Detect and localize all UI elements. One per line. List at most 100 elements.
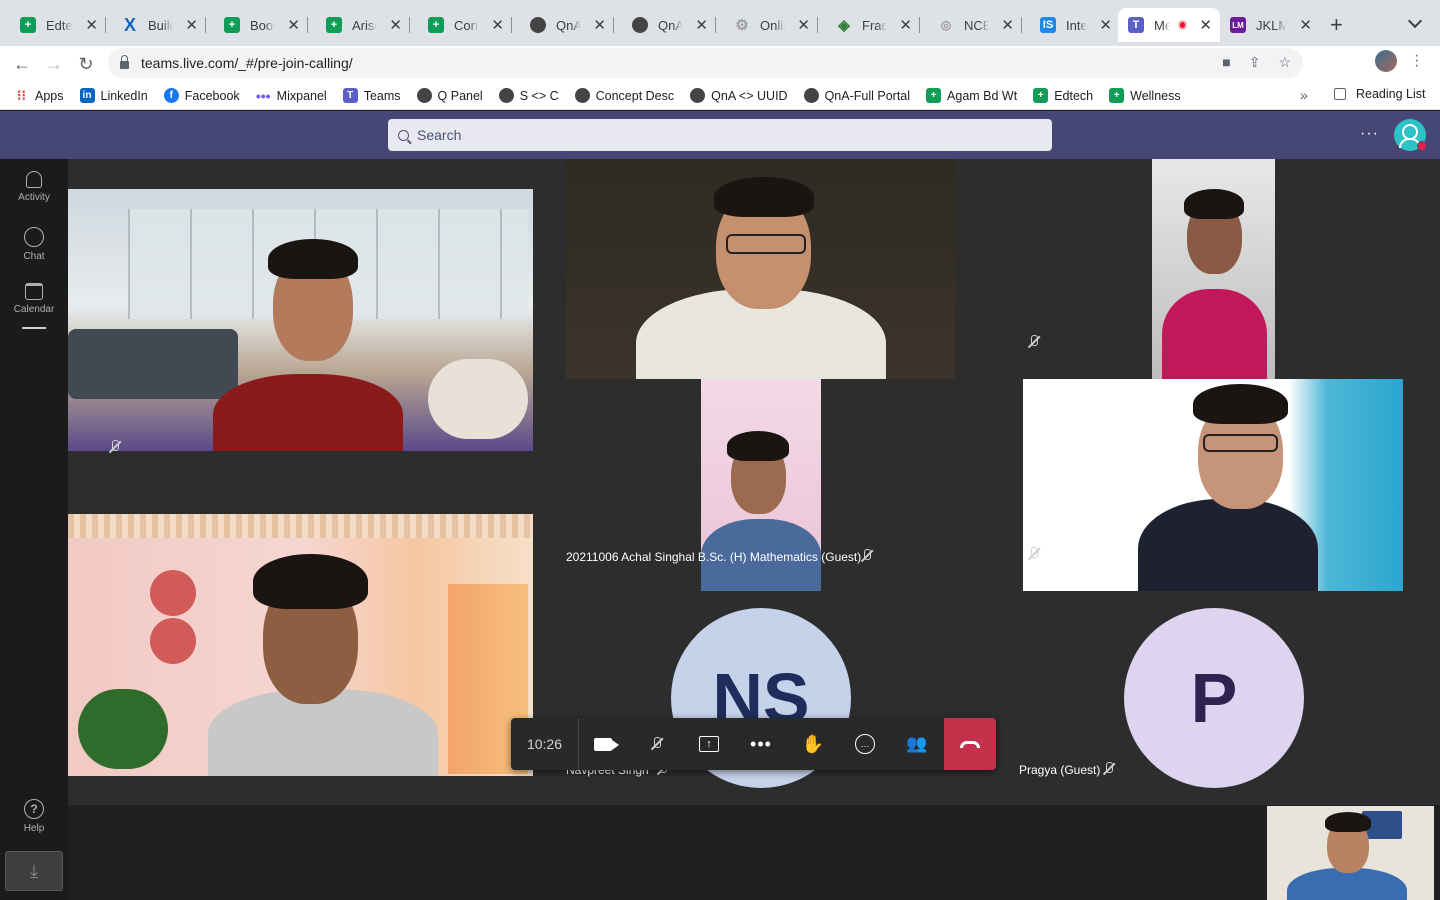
tab-qna-p[interactable]: QnA P ✕	[614, 8, 716, 42]
bookmark-label: LinkedIn	[100, 88, 148, 103]
tab-book[interactable]: + Book- ✕	[206, 8, 308, 42]
profile-avatar[interactable]	[1375, 50, 1397, 72]
browser-toolbar: ← → ↻ teams.live.com/_#/pre-join-calling…	[0, 46, 1440, 82]
reading-list-button[interactable]: Reading List	[1334, 87, 1426, 101]
tab-label: Online	[760, 17, 785, 33]
participant-video	[1023, 379, 1403, 591]
self-view-video[interactable]	[1267, 806, 1434, 900]
tab-fraction[interactable]: ◈ Fractic ✕	[818, 8, 920, 42]
video-tile[interactable]	[533, 159, 987, 379]
close-icon[interactable]: ✕	[797, 16, 810, 34]
close-icon[interactable]: ✕	[593, 16, 606, 34]
more-actions-button[interactable]: •••	[735, 718, 787, 770]
diamond-icon: ◈	[838, 17, 850, 34]
camera-icon	[594, 737, 619, 751]
chat-button[interactable]: …	[839, 718, 891, 770]
hang-up-button[interactable]	[944, 718, 996, 770]
tab-building[interactable]: X Building ✕	[104, 8, 206, 42]
rail-label: Chat	[23, 251, 45, 262]
video-tile[interactable]	[987, 379, 1440, 591]
close-icon[interactable]: ✕	[1299, 16, 1312, 34]
more-options-icon[interactable]: ···	[1360, 125, 1379, 143]
bookmark-wellness[interactable]: + Wellness	[1109, 88, 1181, 103]
tab-intern[interactable]: IS Intern ✕	[1022, 8, 1120, 42]
bookmark-label: S <> C	[519, 88, 559, 103]
rail-item-help[interactable]: ? Help	[0, 799, 68, 834]
bookmark-teams[interactable]: T Teams	[342, 88, 401, 103]
tab-qna-f[interactable]: QnA-F ✕	[512, 8, 614, 42]
tab-online[interactable]: ⚙ Online ✕	[716, 8, 818, 42]
bookmark-qna-uuid[interactable]: QnA <> UUID	[690, 88, 788, 103]
bookmark-s-c[interactable]: S <> C	[498, 88, 559, 103]
tab-arise[interactable]: + Arise - ✕	[308, 8, 410, 42]
close-icon[interactable]: ✕	[899, 16, 912, 34]
close-icon[interactable]: ✕	[491, 16, 504, 34]
tab-ncert[interactable]: ◎ NCER ✕	[920, 8, 1022, 42]
close-icon[interactable]: ✕	[287, 16, 300, 34]
bookmark-mixpanel[interactable]: ••• Mixpanel	[256, 88, 327, 104]
tab-edtech[interactable]: + Edtech ✕	[2, 8, 106, 42]
bell-icon	[26, 171, 42, 188]
bookmark-agam[interactable]: + Agam Bd Wt	[926, 88, 1017, 103]
video-tile[interactable]: P Pragya (Guest)	[987, 591, 1440, 805]
close-icon[interactable]: ✕	[185, 16, 198, 34]
bookmark-star-icon[interactable]: ☆	[1278, 54, 1291, 71]
mic-button[interactable]	[631, 718, 683, 770]
tab-label: NCER	[964, 17, 990, 33]
rail-item-chat[interactable]: Chat	[0, 227, 68, 262]
mic-off-icon	[860, 549, 874, 563]
close-icon[interactable]: ✕	[389, 16, 402, 34]
video-tile[interactable]	[987, 159, 1440, 379]
reload-button[interactable]: ↻	[74, 52, 98, 76]
share-screen-button[interactable]: ↑	[683, 718, 735, 770]
bookmarks-overflow-icon[interactable]: »	[1300, 87, 1308, 103]
tab-label: JKLM	[1256, 17, 1288, 33]
user-avatar[interactable]	[1394, 119, 1427, 151]
close-icon[interactable]: ✕	[695, 16, 708, 34]
bookmark-concept-desc[interactable]: Concept Desc	[574, 88, 675, 103]
teams-app-rail: Activity Chat Calendar ? Help ⤓	[0, 159, 68, 900]
url-text: teams.live.com/_#/pre-join-calling/	[141, 55, 353, 71]
more-actions-icon: •••	[750, 734, 772, 754]
address-bar[interactable]: teams.live.com/_#/pre-join-calling/ ■ ⇪ …	[108, 48, 1303, 78]
video-tile[interactable]: NS Navpreet Singh	[533, 591, 987, 805]
new-tab-button[interactable]: +	[1330, 12, 1343, 38]
camera-blocked-icon[interactable]: ■	[1222, 54, 1230, 71]
mic-off-icon	[650, 737, 664, 751]
bookmark-linkedin[interactable]: in LinkedIn	[79, 88, 148, 103]
globe-icon	[416, 88, 432, 103]
globe-icon	[498, 88, 514, 103]
close-icon[interactable]: ✕	[1199, 16, 1212, 34]
close-icon[interactable]: ✕	[85, 16, 98, 34]
browser-menu-icon[interactable]: · · ·	[1414, 48, 1419, 74]
search-icon	[398, 129, 409, 141]
participants-button[interactable]: 👥	[891, 718, 943, 770]
video-tile[interactable]	[68, 482, 533, 805]
bookmark-q-panel[interactable]: Q Panel	[416, 88, 483, 103]
forward-button[interactable]: →	[42, 52, 66, 76]
rail-label: Calendar	[13, 304, 55, 315]
tab-jklm[interactable]: LM JKLM ✕	[1220, 8, 1320, 42]
camera-button[interactable]	[579, 718, 631, 770]
bookmark-edtech[interactable]: + Edtech	[1033, 88, 1093, 103]
raise-hand-button[interactable]: ✋	[787, 718, 839, 770]
video-tile[interactable]	[68, 159, 533, 482]
x-icon: X	[123, 14, 136, 35]
close-icon[interactable]: ✕	[1099, 16, 1112, 34]
video-tile[interactable]: 20211006 Achal Singhal B.Sc. (H) Mathema…	[533, 379, 987, 591]
tab-concept[interactable]: + Conce ✕	[410, 8, 512, 42]
bookmark-qna-full-portal[interactable]: QnA-Full Portal	[803, 88, 910, 103]
rail-item-calendar[interactable]: Calendar	[0, 283, 68, 315]
bookmark-apps[interactable]: ⁝⁝ Apps	[14, 87, 63, 103]
bookmark-label: Concept Desc	[595, 88, 675, 103]
search-input[interactable]: Search	[388, 119, 1052, 151]
mic-off-icon	[1102, 762, 1116, 776]
share-icon[interactable]: ⇪	[1249, 54, 1261, 71]
tab-search-chevron-icon[interactable]	[1407, 13, 1423, 29]
rail-item-activity[interactable]: Activity	[0, 171, 68, 203]
back-button[interactable]: ←	[10, 52, 34, 76]
bookmark-facebook[interactable]: f Facebook	[163, 88, 240, 103]
close-icon[interactable]: ✕	[1001, 16, 1014, 34]
download-icon[interactable]: ⤓	[5, 851, 63, 891]
tab-teams-meeting[interactable]: T Me ✕	[1118, 8, 1220, 42]
